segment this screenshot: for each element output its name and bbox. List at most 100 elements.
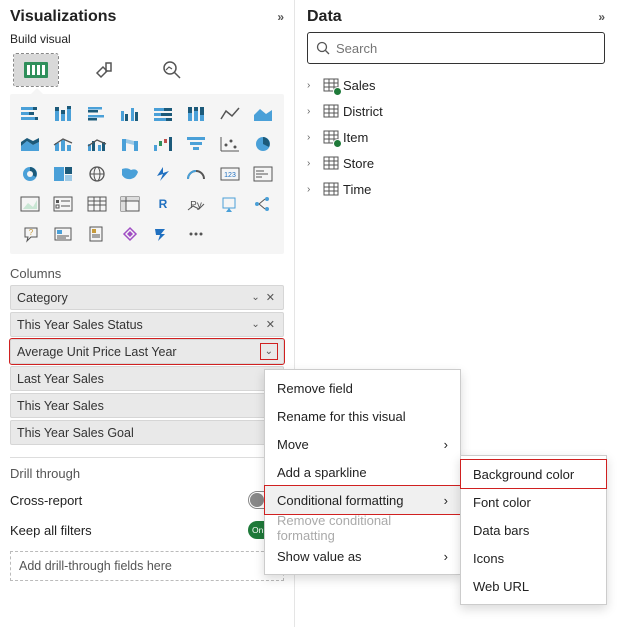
viz-decomposition[interactable] bbox=[249, 192, 277, 216]
build-tabs bbox=[10, 52, 284, 88]
table-icon bbox=[323, 77, 339, 93]
chevron-down-icon[interactable]: ⌄ bbox=[261, 344, 277, 359]
svg-text:123: 123 bbox=[224, 172, 236, 179]
table-icon bbox=[323, 103, 339, 119]
menu-remove-field[interactable]: Remove field bbox=[265, 374, 460, 402]
svg-text:?: ? bbox=[29, 228, 34, 237]
chevron-right-icon: › bbox=[307, 80, 319, 91]
viz-pie[interactable] bbox=[249, 132, 277, 156]
viz-azure-map[interactable] bbox=[149, 162, 177, 186]
table-icon bbox=[323, 155, 339, 171]
svg-text:R: R bbox=[159, 197, 168, 211]
svg-text:Py: Py bbox=[190, 200, 202, 211]
chevron-down-icon[interactable]: ⌄ bbox=[247, 292, 263, 303]
search-box[interactable] bbox=[307, 32, 605, 64]
field-this-year-sales-goal[interactable]: This Year Sales Goal⌄ bbox=[10, 420, 284, 445]
viz-100-stacked-bar[interactable] bbox=[149, 102, 177, 126]
collapse-data-icon[interactable]: » bbox=[598, 10, 605, 24]
field-category[interactable]: Category⌄✕ bbox=[10, 285, 284, 310]
viz-kpi[interactable] bbox=[16, 192, 44, 216]
viz-gauge[interactable] bbox=[182, 162, 210, 186]
field-average-unit-price[interactable]: Average Unit Price Last Year⌄ bbox=[10, 339, 284, 364]
viz-powerapps[interactable] bbox=[116, 222, 144, 246]
tab-build[interactable] bbox=[14, 54, 58, 86]
chevron-right-icon: › bbox=[444, 493, 448, 508]
viz-qna[interactable]: ? bbox=[16, 222, 44, 246]
viz-paginated[interactable] bbox=[83, 222, 111, 246]
visualization-gallery: 123 R Py ? bbox=[10, 94, 284, 254]
chevron-right-icon: › bbox=[444, 437, 448, 452]
remove-field-icon[interactable]: ✕ bbox=[264, 318, 277, 331]
viz-stacked-column[interactable] bbox=[49, 102, 77, 126]
chevron-down-icon[interactable]: ⌄ bbox=[247, 319, 263, 330]
viz-stacked-area[interactable] bbox=[16, 132, 44, 156]
viz-filled-map[interactable] bbox=[116, 162, 144, 186]
drill-through-drop[interactable]: Add drill-through fields here bbox=[10, 551, 284, 581]
viz-donut[interactable] bbox=[16, 162, 44, 186]
viz-clustered-bar[interactable] bbox=[83, 102, 111, 126]
viz-smart-narrative[interactable] bbox=[49, 222, 77, 246]
build-visual-label: Build visual bbox=[10, 32, 284, 46]
submenu-font-color[interactable]: Font color bbox=[461, 488, 606, 516]
conditional-formatting-submenu: Background color Font color Data bars Ic… bbox=[460, 455, 607, 605]
remove-field-icon[interactable]: ✕ bbox=[264, 291, 277, 304]
viz-table[interactable] bbox=[83, 192, 111, 216]
viz-ribbon[interactable] bbox=[116, 132, 144, 156]
columns-label: Columns bbox=[10, 266, 284, 281]
menu-move[interactable]: Move› bbox=[265, 430, 460, 458]
viz-clustered-column[interactable] bbox=[116, 102, 144, 126]
table-store[interactable]: ›Store bbox=[307, 150, 605, 176]
table-item[interactable]: ›Item bbox=[307, 124, 605, 150]
field-last-year-sales[interactable]: Last Year Sales⌄ bbox=[10, 366, 284, 391]
viz-100-stacked-column[interactable] bbox=[182, 102, 210, 126]
field-this-year-sales-status[interactable]: This Year Sales Status⌄✕ bbox=[10, 312, 284, 337]
viz-python[interactable]: Py bbox=[182, 192, 210, 216]
viz-card[interactable]: 123 bbox=[216, 162, 244, 186]
menu-show-value-as[interactable]: Show value as› bbox=[265, 542, 460, 570]
chevron-right-icon: › bbox=[307, 184, 319, 195]
search-input[interactable] bbox=[336, 41, 596, 56]
field-context-menu: Remove field Rename for this visual Move… bbox=[264, 369, 461, 575]
chevron-right-icon: › bbox=[307, 106, 319, 117]
drill-through-label: Drill through bbox=[10, 466, 284, 481]
table-sales[interactable]: ›Sales bbox=[307, 72, 605, 98]
menu-conditional-formatting[interactable]: Conditional formatting› bbox=[265, 486, 460, 514]
viz-funnel[interactable] bbox=[182, 132, 210, 156]
submenu-icons[interactable]: Icons bbox=[461, 544, 606, 572]
viz-more-icon[interactable] bbox=[182, 222, 210, 246]
keep-filters-label: Keep all filters bbox=[10, 523, 92, 538]
viz-treemap[interactable] bbox=[49, 162, 77, 186]
viz-matrix[interactable] bbox=[116, 192, 144, 216]
viz-scatter[interactable] bbox=[216, 132, 244, 156]
viz-multirow-card[interactable] bbox=[249, 162, 277, 186]
visualizations-pane: Visualizations » Build visual bbox=[0, 0, 295, 627]
menu-add-sparkline[interactable]: Add a sparkline bbox=[265, 458, 460, 486]
viz-line[interactable] bbox=[216, 102, 244, 126]
viz-waterfall[interactable] bbox=[149, 132, 177, 156]
tab-format[interactable] bbox=[82, 54, 126, 86]
chevron-right-icon: › bbox=[307, 132, 319, 143]
cross-report-label: Cross-report bbox=[10, 493, 82, 508]
collapse-visualizations-icon[interactable]: » bbox=[277, 10, 284, 24]
chevron-right-icon: › bbox=[444, 549, 448, 564]
table-icon bbox=[323, 129, 339, 145]
tab-analytics[interactable] bbox=[150, 54, 194, 86]
viz-line-clustered-column[interactable] bbox=[83, 132, 111, 156]
submenu-web-url[interactable]: Web URL bbox=[461, 572, 606, 600]
viz-powerautomate[interactable] bbox=[149, 222, 177, 246]
viz-slicer[interactable] bbox=[49, 192, 77, 216]
viz-stacked-bar[interactable] bbox=[16, 102, 44, 126]
viz-map[interactable] bbox=[83, 162, 111, 186]
table-icon bbox=[323, 181, 339, 197]
table-time[interactable]: ›Time bbox=[307, 176, 605, 202]
submenu-data-bars[interactable]: Data bars bbox=[461, 516, 606, 544]
menu-rename[interactable]: Rename for this visual bbox=[265, 402, 460, 430]
chevron-right-icon: › bbox=[307, 158, 319, 169]
viz-r[interactable]: R bbox=[149, 192, 177, 216]
table-district[interactable]: ›District bbox=[307, 98, 605, 124]
field-this-year-sales[interactable]: This Year Sales⌄ bbox=[10, 393, 284, 418]
viz-line-stacked-column[interactable] bbox=[49, 132, 77, 156]
viz-area[interactable] bbox=[249, 102, 277, 126]
viz-key-influencers[interactable] bbox=[216, 192, 244, 216]
submenu-background-color[interactable]: Background color bbox=[461, 460, 606, 488]
